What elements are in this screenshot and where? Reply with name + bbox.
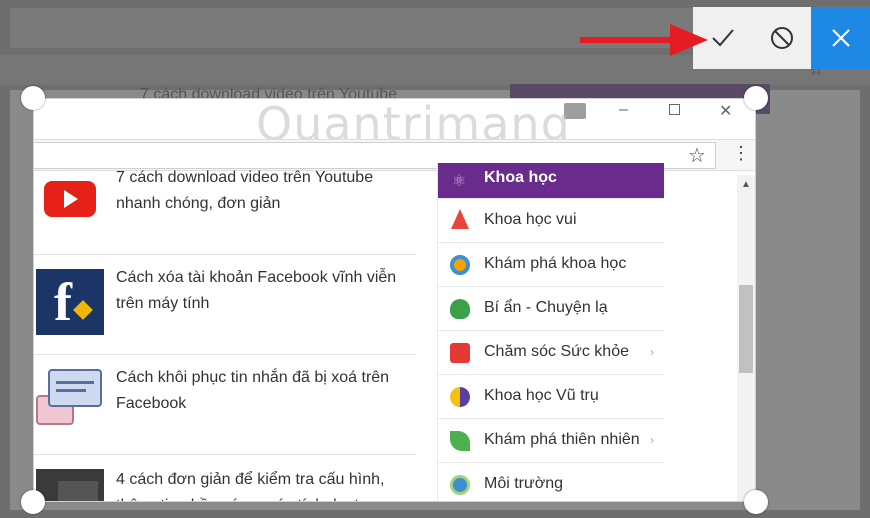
facebook-icon: f — [36, 269, 104, 335]
category-item-kham-pha-khoa-hoc[interactable]: Khám phá khoa học — [437, 243, 664, 287]
menu-dots-icon[interactable]: ⋮ — [732, 143, 750, 164]
chevron-right-icon: › — [650, 345, 654, 359]
chevron-right-icon: › — [650, 433, 654, 447]
bookmark-star-icon[interactable]: ☆ — [688, 143, 706, 168]
restore-icon[interactable] — [669, 104, 680, 115]
list-item[interactable]: f Cách xóa tài khoản Facebook vĩnh viễn … — [34, 255, 416, 355]
category-item-moi-truong[interactable]: Môi trường — [437, 463, 664, 501]
crop-handle-top-left[interactable] — [21, 86, 45, 110]
youtube-icon — [36, 175, 104, 241]
cancel-button[interactable] — [752, 7, 811, 69]
scroll-up-icon[interactable]: ▲ — [741, 179, 751, 190]
crop-region[interactable]: – ✕ Quantrimang ☆ ⋮ 7 cách download vide… — [33, 98, 756, 502]
category-item-khoa-hoc-vu-tru[interactable]: Khoa học Vũ trụ — [437, 375, 664, 419]
crop-handle-top-right[interactable] — [744, 86, 768, 110]
minimize-icon[interactable]: – — [619, 101, 628, 119]
alien-icon — [450, 299, 470, 319]
category-label: Môi trường — [484, 475, 563, 492]
globe-icon — [450, 255, 470, 275]
window-close-icon[interactable]: ✕ — [719, 101, 732, 121]
list-item[interactable]: 4 cách đơn giản để kiểm tra cấu hình, th… — [34, 455, 416, 501]
article-title[interactable]: 7 cách download video trên Youtube nhanh… — [116, 165, 416, 217]
category-label: Khoa học Vũ trụ — [484, 387, 599, 404]
close-icon — [831, 29, 850, 47]
flask-icon — [451, 209, 469, 229]
list-item[interactable]: Cách khôi phục tin nhắn đã bị xoá trên F… — [34, 355, 416, 455]
leaf-icon — [450, 431, 470, 451]
red-arrow-icon — [580, 24, 708, 56]
category-item-kham-pha-thien-nhien[interactable]: Khám phá thiên nhiên › — [437, 419, 664, 463]
screenshot-toolbar — [693, 7, 870, 69]
category-item-khoa-hoc[interactable]: Khoa học ⚛ — [437, 163, 664, 199]
list-item[interactable]: 7 cách download video trên Youtube nhanh… — [34, 169, 416, 255]
category-label: Khoa học vui — [484, 211, 577, 228]
category-label: Khám phá thiên nhiên — [484, 431, 640, 448]
article-title[interactable]: Cách xóa tài khoản Facebook vĩnh viễn tr… — [116, 265, 416, 317]
close-button[interactable] — [811, 7, 870, 69]
category-item-khoa-hoc-vui[interactable]: Khoa học vui — [437, 199, 664, 243]
planet-icon — [450, 387, 470, 407]
computer-icon — [36, 469, 104, 501]
category-item-bi-an-chuyen-la[interactable]: Bí ẩn - Chuyện lạ — [437, 287, 664, 331]
ban-icon — [770, 27, 793, 49]
article-title[interactable]: 4 cách đơn giản để kiểm tra cấu hình, th… — [116, 467, 416, 501]
scrollbar-thumb[interactable] — [739, 285, 753, 373]
category-label: Khoa học — [484, 169, 557, 186]
category-label: Khám phá khoa học — [484, 255, 627, 272]
health-kit-icon — [450, 343, 470, 363]
atom-icon: ⚛ — [452, 173, 467, 190]
message-icon — [36, 369, 104, 435]
crop-handle-bottom-right[interactable] — [744, 490, 768, 514]
category-label: Bí ẩn - Chuyện lạ — [484, 299, 608, 316]
crop-handle-bottom-left[interactable] — [21, 490, 45, 514]
checkmark-icon — [711, 29, 734, 47]
category-item-cham-soc-suc-khoe[interactable]: Chăm sóc Sức khỏe › — [437, 331, 664, 375]
earth-icon — [450, 475, 470, 495]
category-label: Chăm sóc Sức khỏe — [484, 343, 629, 360]
article-title[interactable]: Cách khôi phục tin nhắn đã bị xoá trên F… — [116, 365, 416, 417]
